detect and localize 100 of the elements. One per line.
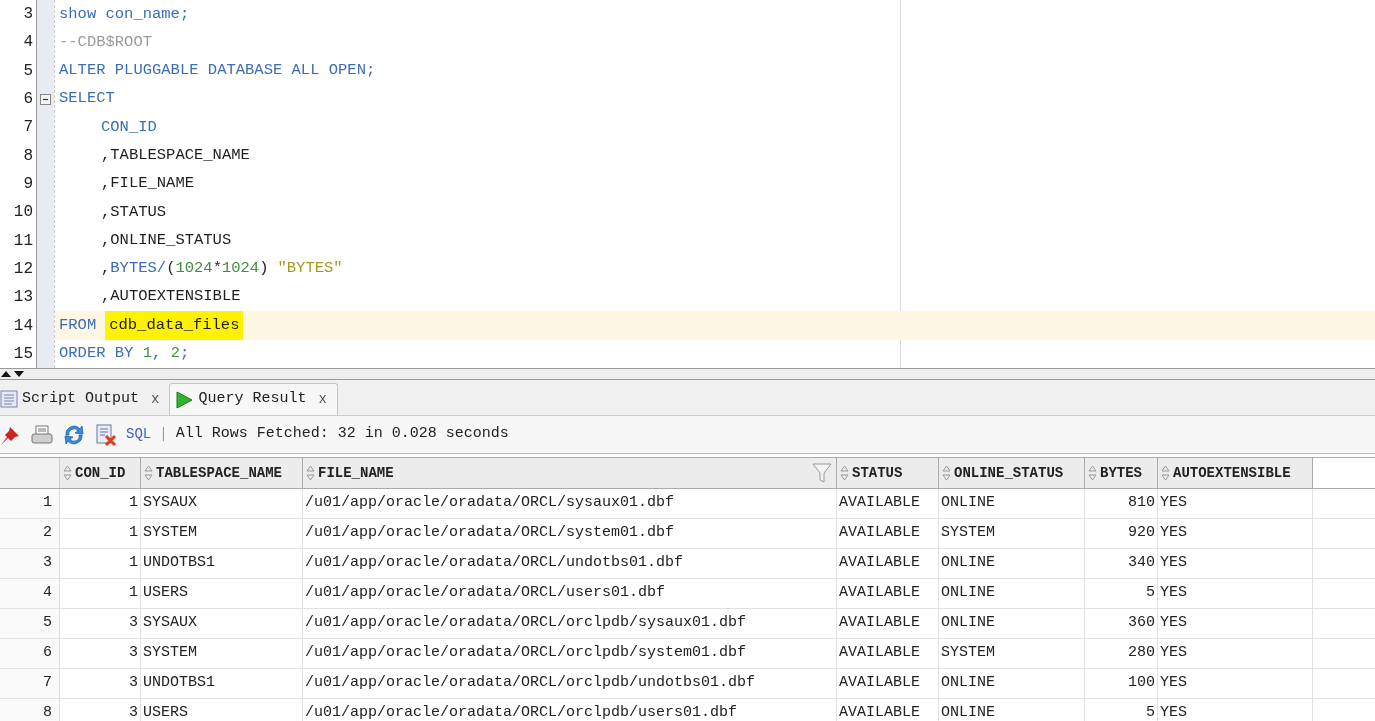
close-button[interactable]: x xyxy=(151,388,160,410)
table-cell: UNDOTBS1 xyxy=(141,549,303,578)
table-cell: 3 xyxy=(60,639,141,668)
code-token: ) xyxy=(259,258,269,280)
line-number: 6 xyxy=(23,89,33,111)
table-cell: 810 xyxy=(1085,489,1158,518)
result-tab[interactable]: Script Output x xyxy=(0,383,170,415)
code-token: 1024 xyxy=(175,258,213,280)
collapse-icon[interactable] xyxy=(40,93,51,105)
table-cell: 3 xyxy=(60,699,141,721)
result-tab[interactable]: Query Result x xyxy=(169,383,338,415)
table-cell: 3 xyxy=(60,609,141,638)
table-cell: SYSAUX xyxy=(141,609,303,638)
column-header[interactable]: ONLINE_STATUS xyxy=(939,458,1085,488)
line-number: 11 xyxy=(13,230,33,252)
sort-icon[interactable] xyxy=(144,465,153,481)
sort-icon[interactable] xyxy=(1161,465,1170,481)
print-icon[interactable] xyxy=(30,423,54,446)
column-header[interactable]: AUTOEXTENSIBLE xyxy=(1158,458,1313,488)
line-number: 15 xyxy=(13,343,33,365)
table-cell: /u01/app/oracle/oradata/ORCL/sysaux01.dbf xyxy=(303,489,837,518)
row-number: 4 xyxy=(0,579,60,608)
code-token: , xyxy=(152,343,163,365)
refresh-icon[interactable] xyxy=(62,422,86,447)
table-cell: AVAILABLE xyxy=(837,609,939,638)
code-token: --CDB$ROOT xyxy=(59,31,152,53)
table-cell: SYSTEM xyxy=(939,519,1085,548)
sort-icon[interactable] xyxy=(942,465,951,481)
table-cell: 5 xyxy=(1085,579,1158,608)
sort-icon[interactable] xyxy=(1088,465,1097,481)
code-token: ORDER BY xyxy=(59,343,135,365)
delete-document-icon[interactable] xyxy=(94,422,118,447)
column-header[interactable]: STATUS xyxy=(837,458,939,488)
code-token: 1 xyxy=(142,343,153,365)
code-token: ,ONLINE_STATUS xyxy=(101,229,232,251)
column-header[interactable]: BYTES xyxy=(1085,458,1158,488)
table-cell: /u01/app/oracle/oradata/ORCL/orclpdb/users01.dbf xyxy=(303,699,837,721)
line-number: 10 xyxy=(13,202,33,224)
table-cell: YES xyxy=(1158,699,1313,721)
code-token: , xyxy=(101,258,111,280)
sort-icon[interactable] xyxy=(306,465,315,481)
sort-icon[interactable] xyxy=(840,465,849,481)
table-cell: YES xyxy=(1158,609,1313,638)
table-cell: ONLINE xyxy=(939,609,1085,638)
table-cell: YES xyxy=(1158,489,1313,518)
table-cell: AVAILABLE xyxy=(837,519,939,548)
table-cell: 1 xyxy=(60,579,141,608)
code-token: ,TABLESPACE_NAME xyxy=(101,145,250,166)
play-icon xyxy=(174,389,195,410)
code-token: show con_name; xyxy=(59,3,190,25)
code-token: "BYTES" xyxy=(277,258,343,280)
line-number: 9 xyxy=(23,174,33,196)
code-token: CON_ID xyxy=(101,116,157,138)
header-corner xyxy=(0,458,60,488)
column-header[interactable]: TABLESPACE_NAME xyxy=(141,458,303,488)
table-cell: ONLINE xyxy=(939,579,1085,608)
table-cell: AVAILABLE xyxy=(837,579,939,608)
toolbar-separator: | xyxy=(159,425,168,444)
table-cell: 340 xyxy=(1085,549,1158,578)
table-cell: /u01/app/oracle/oradata/ORCL/orclpdb/sysaux01.dbf xyxy=(303,609,837,638)
code-token: BYTES/ xyxy=(110,258,167,280)
row-number: 1 xyxy=(0,489,60,518)
sql-link[interactable]: SQL xyxy=(126,424,152,445)
row-number: 3 xyxy=(0,549,60,578)
code-token: ,FILE_NAME xyxy=(101,173,194,195)
row-number: 5 xyxy=(0,609,60,638)
table-cell: ONLINE xyxy=(939,549,1085,578)
row-number: 2 xyxy=(0,519,60,548)
highlighted-code: cdb_data_files xyxy=(105,310,244,341)
table-cell: 1 xyxy=(60,489,141,518)
code-token: 1024 xyxy=(221,258,260,280)
close-button[interactable]: x xyxy=(318,389,327,410)
table-cell: YES xyxy=(1158,549,1313,578)
line-number: 3 xyxy=(23,4,33,26)
code-token: FROM xyxy=(59,314,97,336)
column-header[interactable]: FILE_NAME xyxy=(303,458,837,488)
table-cell: YES xyxy=(1158,639,1313,668)
line-number: 4 xyxy=(23,32,33,54)
line-number: 14 xyxy=(13,315,33,337)
splitter-arrows-icon[interactable] xyxy=(0,370,26,378)
table-cell: SYSTEM xyxy=(141,639,303,668)
table-cell: ONLINE xyxy=(939,489,1085,518)
row-number: 6 xyxy=(0,639,60,668)
code-token: ALTER PLUGGABLE DATABASE ALL OPEN; xyxy=(59,60,376,82)
table-cell: AVAILABLE xyxy=(837,549,939,578)
column-header[interactable]: CON_ID xyxy=(60,458,141,488)
sort-icon[interactable] xyxy=(63,465,72,481)
code-token: ,STATUS xyxy=(101,201,167,223)
table-cell: YES xyxy=(1158,579,1313,608)
filter-icon[interactable] xyxy=(810,461,834,485)
table-cell: 280 xyxy=(1085,639,1158,668)
row-number: 7 xyxy=(0,669,60,698)
table-cell: AVAILABLE xyxy=(837,489,939,518)
line-number: 8 xyxy=(23,145,33,167)
table-cell: /u01/app/oracle/oradata/ORCL/system01.dbf xyxy=(303,519,837,548)
table-cell: UNDOTBS1 xyxy=(141,669,303,698)
table-cell: /u01/app/oracle/oradata/ORCL/users01.dbf xyxy=(303,579,837,608)
line-number: 12 xyxy=(13,258,33,280)
table-cell: ONLINE xyxy=(939,699,1085,721)
table-cell: AVAILABLE xyxy=(837,699,939,721)
